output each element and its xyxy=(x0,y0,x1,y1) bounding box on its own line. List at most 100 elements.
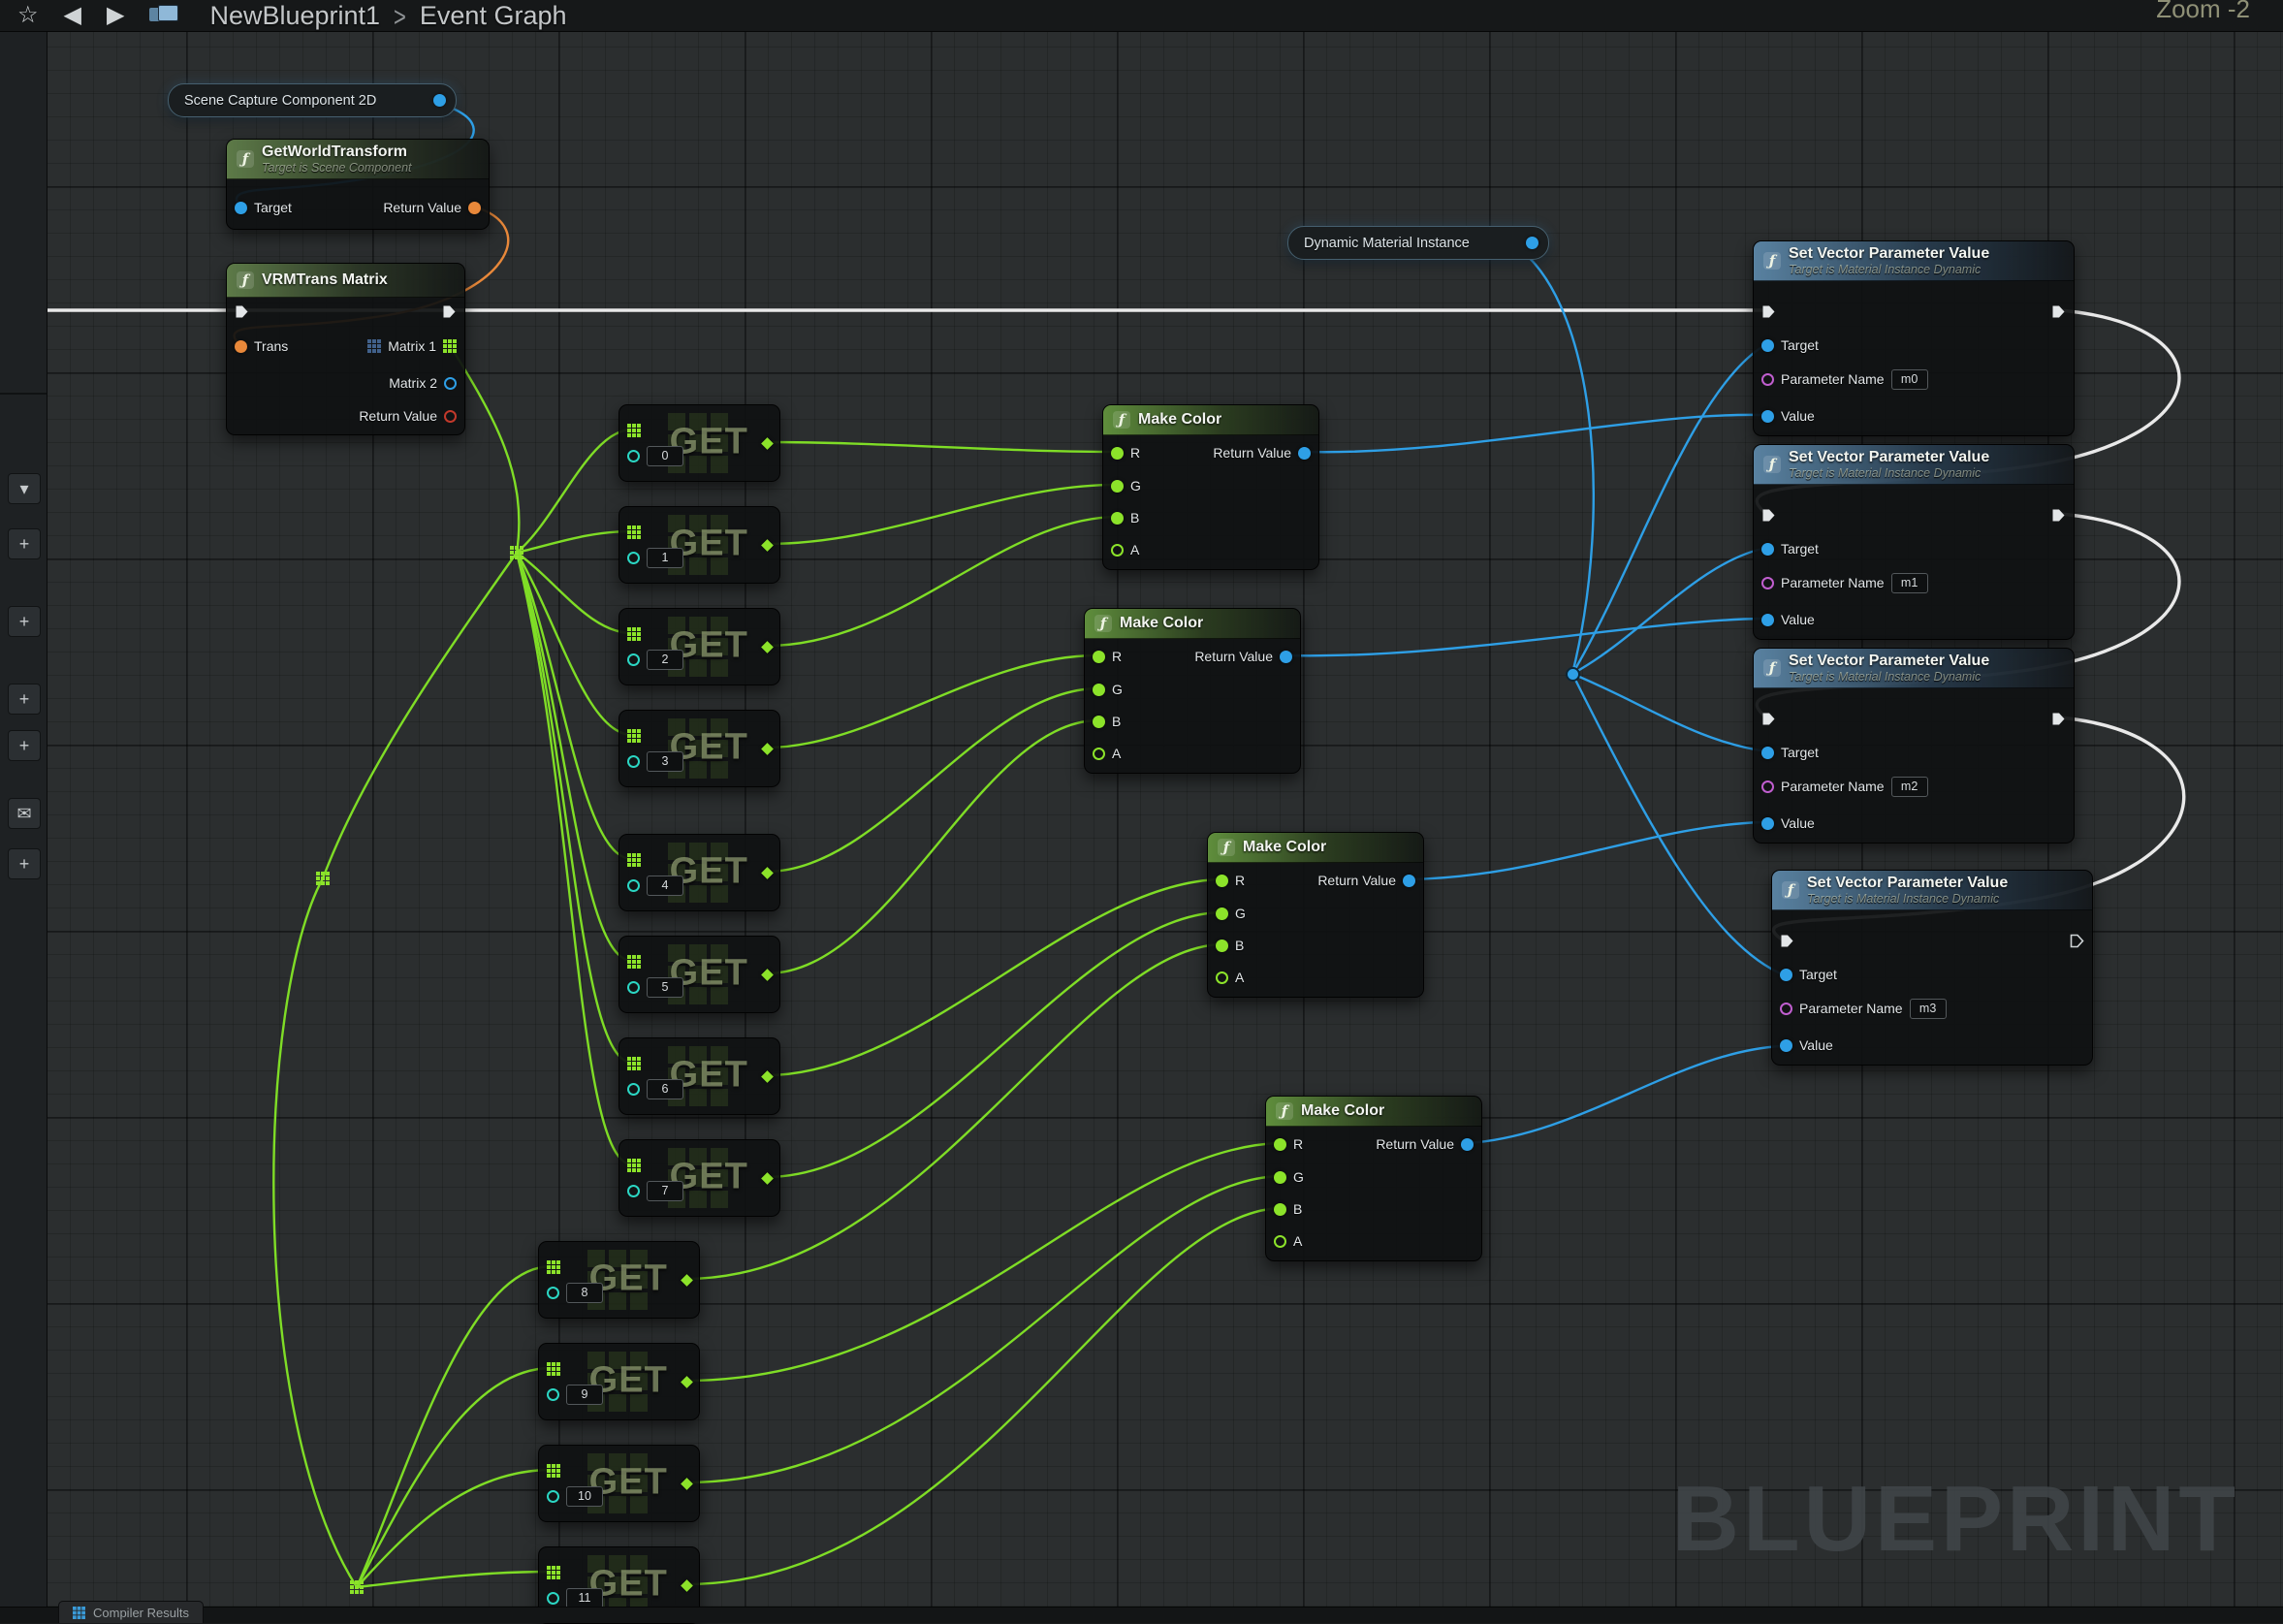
reroute-material-instance[interactable] xyxy=(1566,667,1580,682)
reroute-array-3[interactable] xyxy=(350,1580,364,1599)
target-pin[interactable] xyxy=(235,202,247,214)
mail-button[interactable]: ✉ xyxy=(8,798,41,829)
node-make-color-4[interactable]: ƒ Make Color R Return Value G B A xyxy=(1265,1096,1482,1261)
pin-element-out[interactable] xyxy=(539,1572,699,1599)
exec-out-pin-unconnected[interactable] xyxy=(2070,934,2084,948)
pin-parameter-name[interactable]: Parameter Name m1 xyxy=(1754,569,2074,596)
favorite-star-icon[interactable]: ☆ xyxy=(17,4,39,27)
node-vrmtrans-matrix[interactable]: ƒ VRMTrans Matrix Trans Matrix 1 Matrix … xyxy=(226,263,465,435)
pin-matrix-2[interactable]: Matrix 2 xyxy=(227,369,464,397)
element-output-pin[interactable] xyxy=(761,641,774,653)
pin-return-value[interactable]: Return Value xyxy=(383,200,481,215)
pin-return-value[interactable]: Return Value xyxy=(1376,1136,1474,1152)
pin-value[interactable]: Value xyxy=(1754,606,2074,633)
node-array-get-5[interactable]: GET 5 xyxy=(618,936,780,1013)
name-pin[interactable] xyxy=(1761,373,1774,386)
pin-element-out[interactable] xyxy=(619,859,779,886)
pin-a[interactable]: A xyxy=(1103,536,1318,563)
pin-parameter-name[interactable]: Parameter Name m2 xyxy=(1754,773,2074,800)
name-pin[interactable] xyxy=(1761,577,1774,589)
pin-return-value[interactable]: Return Value xyxy=(1213,445,1311,461)
parameter-name-input[interactable]: m3 xyxy=(1910,999,1947,1019)
parameter-name-input[interactable]: m1 xyxy=(1891,573,1928,593)
pin-r[interactable]: R xyxy=(1111,445,1140,461)
pin-element-out[interactable] xyxy=(619,430,779,457)
breadcrumb-blueprint-name[interactable]: NewBlueprint1 xyxy=(209,1,380,31)
node-array-get-10[interactable]: GET 10 xyxy=(538,1445,700,1522)
add-button-4[interactable]: + xyxy=(8,730,41,761)
element-output-pin[interactable] xyxy=(681,1376,693,1388)
element-output-pin[interactable] xyxy=(681,1579,693,1592)
node-get-world-transform[interactable]: ƒ GetWorldTransform Target is Scene Comp… xyxy=(226,139,490,230)
node-set-vector-parameter-4[interactable]: ƒ Set Vector Parameter Value Target is M… xyxy=(1771,870,2093,1066)
node-make-color-3[interactable]: ƒ Make Color R Return Value G B A xyxy=(1207,832,1424,998)
object-output-pin[interactable] xyxy=(433,94,446,107)
exec-in-pin[interactable] xyxy=(1780,934,1794,948)
breadcrumb-graph-name[interactable]: Event Graph xyxy=(420,1,567,31)
node-array-get-0[interactable]: GET 0 xyxy=(618,404,780,482)
parameter-name-input[interactable]: m2 xyxy=(1891,777,1928,797)
pin-r[interactable]: R xyxy=(1093,649,1122,664)
pin-matrix-1[interactable]: Matrix 1 xyxy=(367,338,457,354)
forward-arrow-icon[interactable]: ▶ xyxy=(107,4,124,27)
exec-out-pin[interactable] xyxy=(2051,712,2066,726)
reroute-array-1[interactable] xyxy=(510,546,523,564)
element-output-pin[interactable] xyxy=(761,1172,774,1185)
pin-trans[interactable]: Trans xyxy=(235,338,288,354)
node-array-get-8[interactable]: GET 8 xyxy=(538,1241,700,1319)
compiler-results-tab[interactable]: Compiler Results xyxy=(58,1601,204,1623)
node-set-vector-parameter-1[interactable]: ƒ Set Vector Parameter Value Target is M… xyxy=(1753,240,2075,436)
pin-element-out[interactable] xyxy=(619,961,779,988)
pin-element-out[interactable] xyxy=(619,531,779,558)
pin-element-out[interactable] xyxy=(539,1368,699,1395)
matrix2-output-pin[interactable] xyxy=(444,377,457,390)
node-array-get-2[interactable]: GET 2 xyxy=(618,608,780,685)
pin-b[interactable]: B xyxy=(1103,504,1318,531)
pin-a[interactable]: A xyxy=(1266,1227,1481,1255)
node-array-get-3[interactable]: GET 3 xyxy=(618,710,780,787)
pin-parameter-name[interactable]: Parameter Name m3 xyxy=(1772,995,2092,1022)
node-make-color-2[interactable]: ƒ Make Color R Return Value G B A xyxy=(1084,608,1301,774)
transform-output-pin[interactable] xyxy=(468,202,481,214)
node-array-get-4[interactable]: GET 4 xyxy=(618,834,780,911)
array-output-pin[interactable] xyxy=(443,339,457,353)
node-make-color-1[interactable]: ƒ Make Color R Return Value G B A xyxy=(1102,404,1319,570)
add-button-2[interactable]: + xyxy=(8,606,41,637)
pin-parameter-name[interactable]: Parameter Name m0 xyxy=(1754,366,2074,393)
pin-return-value[interactable]: Return Value xyxy=(227,402,464,430)
node-set-vector-parameter-3[interactable]: ƒ Set Vector Parameter Value Target is M… xyxy=(1753,648,2075,844)
pin-target[interactable]: Target xyxy=(235,200,292,215)
pin-g[interactable]: G xyxy=(1103,472,1318,499)
pin-target[interactable]: Target xyxy=(1754,535,2074,562)
pin-target[interactable]: Target xyxy=(1772,961,2092,988)
pin-target[interactable]: Target xyxy=(1754,739,2074,766)
pin-element-out[interactable] xyxy=(619,1164,779,1192)
pin-element-out[interactable] xyxy=(539,1470,699,1497)
pin-element-out[interactable] xyxy=(619,633,779,660)
back-arrow-icon[interactable]: ◀ xyxy=(64,4,81,27)
pin-b[interactable]: B xyxy=(1085,708,1300,735)
exec-in-pin[interactable] xyxy=(1761,508,1776,523)
pin-target[interactable]: Target xyxy=(1754,332,2074,359)
pin-b[interactable]: B xyxy=(1208,932,1423,959)
exec-out-pin[interactable] xyxy=(442,304,457,319)
pin-a[interactable]: A xyxy=(1085,740,1300,767)
node-array-get-9[interactable]: GET 9 xyxy=(538,1343,700,1420)
node-array-get-6[interactable]: GET 6 xyxy=(618,1037,780,1115)
pin-element-out[interactable] xyxy=(539,1266,699,1293)
blueprint-graph-canvas[interactable]: BLUEPRINT xyxy=(0,0,2283,1623)
element-output-pin[interactable] xyxy=(761,539,774,552)
element-output-pin[interactable] xyxy=(681,1274,693,1287)
exec-in-pin[interactable] xyxy=(1761,712,1776,726)
bool-output-pin[interactable] xyxy=(444,410,457,423)
pin-value[interactable]: Value xyxy=(1754,810,2074,837)
element-output-pin[interactable] xyxy=(681,1478,693,1490)
node-array-get-7[interactable]: GET 7 xyxy=(618,1139,780,1217)
exec-in-pin[interactable] xyxy=(235,304,249,319)
exec-out-pin[interactable] xyxy=(2051,304,2066,319)
pin-a[interactable]: A xyxy=(1208,964,1423,991)
pin-g[interactable]: G xyxy=(1208,900,1423,927)
pin-g[interactable]: G xyxy=(1085,676,1300,703)
exec-in-pin[interactable] xyxy=(1761,304,1776,319)
node-scene-capture-component-2d[interactable]: Scene Capture Component 2D xyxy=(168,83,457,117)
